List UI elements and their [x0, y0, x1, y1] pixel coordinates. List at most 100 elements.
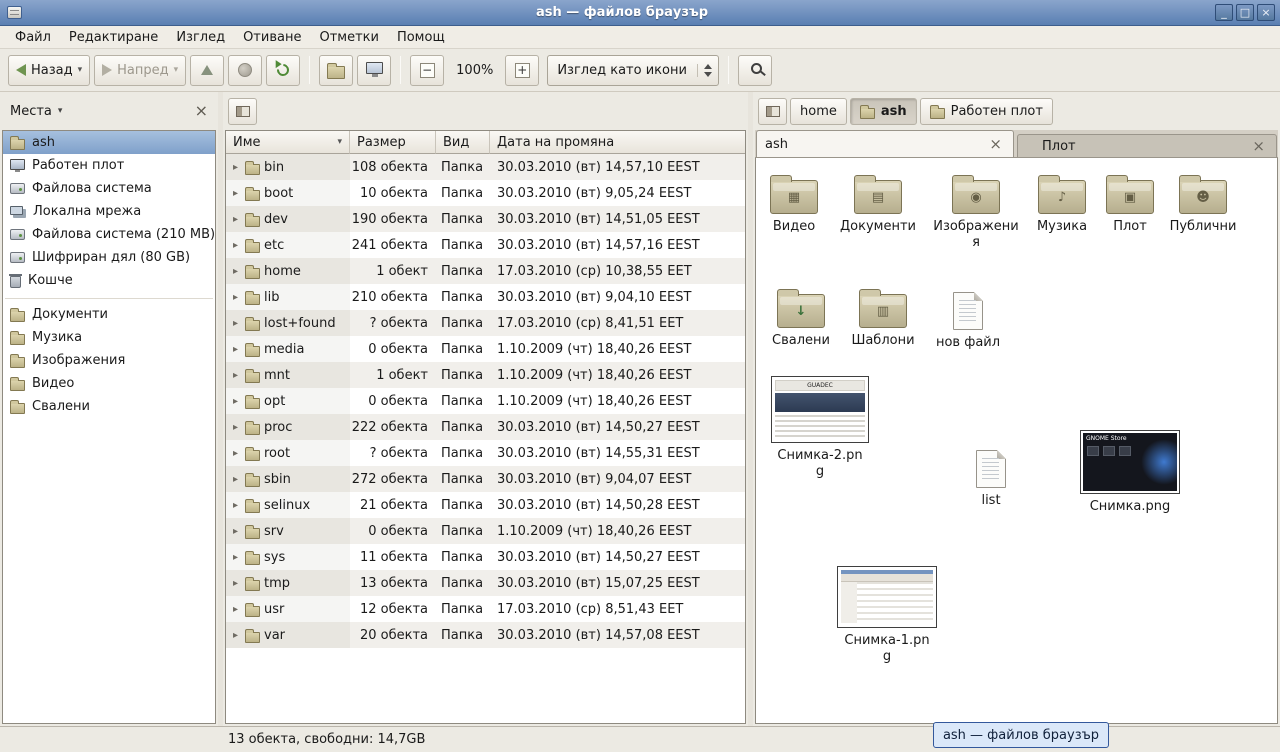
column-header-size[interactable]: Размер: [350, 131, 436, 154]
expander-icon[interactable]: ▸: [230, 370, 241, 381]
folder-item[interactable]: ↓Свалени: [755, 286, 847, 349]
expander-icon[interactable]: ▸: [230, 422, 241, 433]
expander-icon[interactable]: ▸: [230, 188, 241, 199]
expander-icon[interactable]: ▸: [230, 292, 241, 303]
expander-icon[interactable]: ▸: [230, 578, 241, 589]
tab[interactable]: Плот×: [1017, 134, 1277, 157]
tab[interactable]: ash×: [756, 130, 1014, 157]
titlebar[interactable]: ash — файлов браузър _ □ ×: [0, 0, 1280, 26]
search-button[interactable]: [738, 55, 772, 86]
table-row[interactable]: ▸mnt1 обектПапка1.10.2009 (чт) 18,40,26 …: [226, 362, 745, 388]
table-row[interactable]: ▸boot10 обектаПапка30.03.2010 (вт) 9,05,…: [226, 180, 745, 206]
name-cell: ▸boot: [226, 180, 350, 206]
expander-icon[interactable]: ▸: [230, 344, 241, 355]
folder-item[interactable]: ▦Видео: [755, 172, 840, 235]
table-row[interactable]: ▸media0 обектаПапка1.10.2009 (чт) 18,40,…: [226, 336, 745, 362]
stop-button[interactable]: [228, 55, 262, 86]
places-item[interactable]: Свалени: [3, 395, 215, 418]
menu-view[interactable]: Изглед: [167, 28, 234, 47]
table-row[interactable]: ▸dev190 обектаПапка30.03.2010 (вт) 14,51…: [226, 206, 745, 232]
table-row[interactable]: ▸etc241 обектаПапка30.03.2010 (вт) 14,57…: [226, 232, 745, 258]
tab-close-icon[interactable]: ×: [986, 137, 1005, 152]
zoom-in-button[interactable]: +: [505, 55, 539, 86]
menu-edit[interactable]: Редактиране: [60, 28, 167, 47]
expander-icon[interactable]: ▸: [230, 474, 241, 485]
places-item[interactable]: Работен плот: [3, 154, 215, 177]
image-item[interactable]: Снимка-1.png: [831, 566, 943, 664]
places-item[interactable]: Файлова система (210 MB): [3, 223, 215, 246]
view-mode-select[interactable]: Изглед като икони: [547, 55, 719, 86]
menu-file[interactable]: Файл: [6, 28, 60, 47]
expander-icon[interactable]: ▸: [230, 396, 241, 407]
expander-icon[interactable]: ▸: [230, 552, 241, 563]
menu-bookmarks[interactable]: Отметки: [310, 28, 387, 47]
column-header-date[interactable]: Дата на промяна: [490, 131, 745, 154]
image-item[interactable]: GUADECСнимка-2.png: [764, 376, 876, 479]
icon-label: Документи: [840, 219, 916, 235]
table-row[interactable]: ▸home1 обектПапка17.03.2010 (ср) 10,38,5…: [226, 258, 745, 284]
menu-go[interactable]: Отиване: [234, 28, 310, 47]
expander-icon[interactable]: ▸: [230, 240, 241, 251]
table-row[interactable]: ▸usr12 обектаПапка17.03.2010 (ср) 8,51,4…: [226, 596, 745, 622]
root-breadcrumb-button[interactable]: [758, 98, 787, 125]
breadcrumb-button[interactable]: home: [790, 98, 847, 125]
expander-icon[interactable]: ▸: [230, 448, 241, 459]
breadcrumb-button[interactable]: ash: [850, 98, 917, 125]
expander-icon[interactable]: ▸: [230, 604, 241, 615]
expander-icon[interactable]: ▸: [230, 526, 241, 537]
table-row[interactable]: ▸opt0 обектаПапка1.10.2009 (чт) 18,40,26…: [226, 388, 745, 414]
table-row[interactable]: ▸bin108 обектаПапка30.03.2010 (вт) 14,57…: [226, 154, 745, 180]
places-selector[interactable]: Места: [10, 104, 52, 119]
table-row[interactable]: ▸root? обектаПапка30.03.2010 (вт) 14,55,…: [226, 440, 745, 466]
folder-item[interactable]: ◉Изображения: [930, 172, 1022, 250]
expander-icon[interactable]: ▸: [230, 500, 241, 511]
table-row[interactable]: ▸tmp13 обектаПапка30.03.2010 (вт) 15,07,…: [226, 570, 745, 596]
breadcrumb-button[interactable]: Работен плот: [920, 98, 1053, 125]
root-breadcrumb-button[interactable]: [228, 98, 257, 125]
menu-help[interactable]: Помощ: [388, 28, 454, 47]
places-item[interactable]: Видео: [3, 372, 215, 395]
places-item[interactable]: Музика: [3, 326, 215, 349]
back-button[interactable]: Назад ▾: [8, 55, 90, 86]
places-item[interactable]: Изображения: [3, 349, 215, 372]
file-item[interactable]: нов файл: [922, 288, 1014, 351]
expander-icon[interactable]: ▸: [230, 162, 241, 173]
expander-icon[interactable]: ▸: [230, 318, 241, 329]
table-row[interactable]: ▸proc222 обектаПапка30.03.2010 (вт) 14,5…: [226, 414, 745, 440]
zoom-out-button[interactable]: −: [410, 55, 444, 86]
taskbar-window-button[interactable]: ash — файлов браузър: [933, 722, 1109, 748]
forward-button[interactable]: Напред ▾: [94, 55, 186, 86]
places-item[interactable]: Файлова система: [3, 177, 215, 200]
table-row[interactable]: ▸lib210 обектаПапка30.03.2010 (вт) 9,04,…: [226, 284, 745, 310]
reload-button[interactable]: [266, 55, 300, 86]
table-row[interactable]: ▸sys11 обектаПапка30.03.2010 (вт) 14,50,…: [226, 544, 745, 570]
column-header-name[interactable]: Име ▾: [226, 131, 350, 154]
minimize-button[interactable]: _: [1215, 4, 1233, 21]
file-item[interactable]: list: [945, 446, 1037, 509]
expander-icon[interactable]: ▸: [230, 630, 241, 641]
places-item[interactable]: Локална мрежа: [3, 200, 215, 223]
table-row[interactable]: ▸lost+found? обектаПапка17.03.2010 (ср) …: [226, 310, 745, 336]
places-item[interactable]: ash: [3, 131, 215, 154]
folder-item[interactable]: ▤Документи: [832, 172, 924, 235]
table-row[interactable]: ▸sbin272 обектаПапка30.03.2010 (вт) 9,04…: [226, 466, 745, 492]
home-button[interactable]: [319, 55, 353, 86]
table-row[interactable]: ▸srv0 обектаПапка1.10.2009 (чт) 18,40,26…: [226, 518, 745, 544]
table-row[interactable]: ▸var20 обектаПапка30.03.2010 (вт) 14,57,…: [226, 622, 745, 648]
sidebar-close-icon[interactable]: ×: [195, 103, 208, 119]
folder-item[interactable]: ☻Публични: [1157, 172, 1249, 235]
places-item[interactable]: Документи: [3, 303, 215, 326]
expander-icon[interactable]: ▸: [230, 214, 241, 225]
tab-close-icon[interactable]: ×: [1249, 139, 1268, 154]
column-header-type[interactable]: Вид: [436, 131, 490, 154]
expander-icon[interactable]: ▸: [230, 266, 241, 277]
image-item[interactable]: GNOME StoreСнимка.png: [1074, 430, 1186, 515]
close-button[interactable]: ×: [1257, 4, 1275, 21]
places-item[interactable]: Кошче: [3, 269, 215, 292]
computer-button[interactable]: [357, 55, 391, 86]
folder-item[interactable]: ▥Шаблони: [837, 286, 929, 349]
places-item[interactable]: Шифриран дял (80 GB): [3, 246, 215, 269]
table-row[interactable]: ▸selinux21 обектаПапка30.03.2010 (вт) 14…: [226, 492, 745, 518]
maximize-button[interactable]: □: [1236, 4, 1254, 21]
up-button[interactable]: [190, 55, 224, 86]
